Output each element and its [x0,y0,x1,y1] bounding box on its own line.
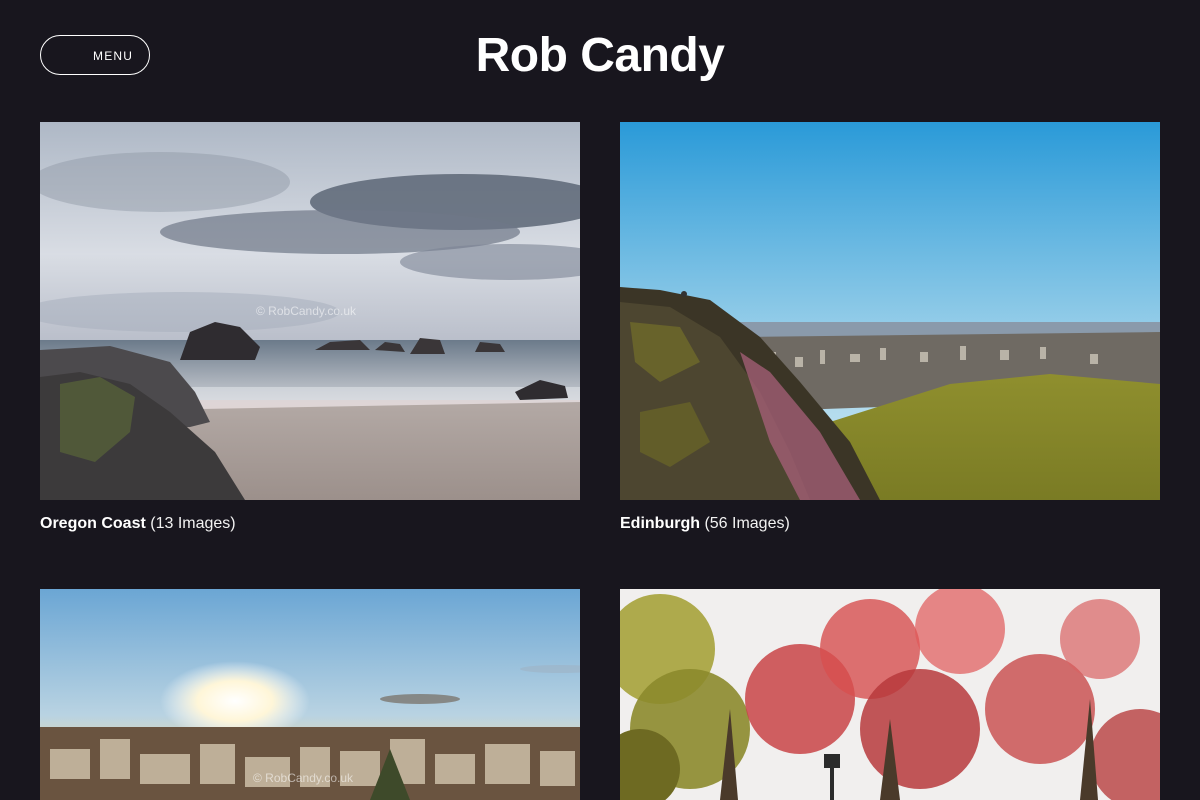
gallery-card-4[interactable] [620,589,1160,800]
edinburgh-photo [620,122,1160,500]
gallery-card-edinburgh[interactable]: Edinburgh (56 Images) [620,122,1160,534]
gallery-photo-link[interactable]: © RobCandy.co.uk [40,589,580,800]
gallery-photo-link[interactable] [620,589,1160,800]
gallery-photo-link[interactable] [620,122,1160,500]
gallery-caption: Edinburgh (56 Images) [620,514,1160,534]
gallery-photo-link[interactable]: © RobCandy.co.uk [40,122,580,500]
watermark-text: © RobCandy.co.uk [253,771,354,785]
gallery-image-count: (56 Images) [704,515,790,532]
autumn-trees-photo [620,589,1160,800]
gallery-name[interactable]: Edinburgh [620,515,700,532]
gallery-name[interactable]: Oregon Coast [40,515,146,532]
watermark-text: © RobCandy.co.uk [256,304,357,318]
site-header: MENU Rob Candy [0,0,1200,112]
gallery-card-3[interactable]: © RobCandy.co.uk [40,589,580,800]
city-sunset-photo: © RobCandy.co.uk [40,589,580,800]
site-title[interactable]: Rob Candy [0,26,1200,86]
gallery-caption: Oregon Coast (13 Images) [40,514,580,534]
oregon-coast-photo: © RobCandy.co.uk [40,122,580,500]
gallery-image-count: (13 Images) [150,515,236,532]
gallery-card-oregon-coast[interactable]: © RobCandy.co.uk Oregon Coast (13 Images… [40,122,580,534]
